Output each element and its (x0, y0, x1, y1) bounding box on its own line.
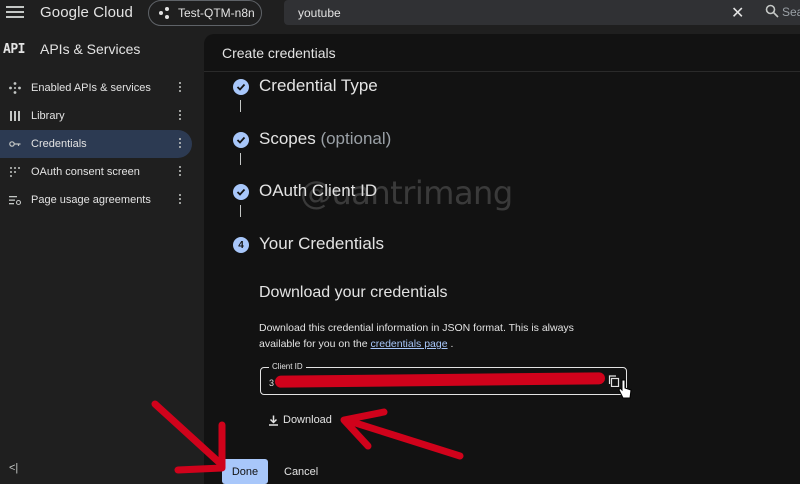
more-vert-icon[interactable] (179, 166, 182, 178)
search-icon[interactable] (765, 4, 779, 18)
check-icon (233, 79, 249, 95)
sidebar-item-page-usage[interactable]: Page usage agreements (0, 186, 192, 214)
diamond-nodes-icon (9, 82, 21, 94)
step-connector (240, 205, 241, 217)
search-label: Sea (782, 5, 800, 19)
key-icon (9, 141, 21, 147)
step-connector (240, 153, 241, 165)
sidebar-item-oauth-consent[interactable]: OAuth consent screen (0, 158, 192, 186)
download-button-label: Download (283, 414, 332, 426)
hamburger-menu-icon[interactable] (6, 4, 24, 20)
step-label-text: Scopes (259, 129, 316, 148)
sidebar-item-label: OAuth consent screen (31, 166, 140, 178)
api-logo: API (3, 42, 25, 57)
sidebar-item-label: Page usage agreements (31, 194, 151, 206)
download-button[interactable]: Download (268, 410, 332, 430)
check-icon (233, 184, 249, 200)
sidebar-item-library[interactable]: Library (0, 102, 192, 130)
library-icon (10, 111, 20, 121)
cancel-button[interactable]: Cancel (282, 459, 320, 484)
sidebar-item-label: Credentials (31, 138, 87, 150)
done-button[interactable]: Done (222, 459, 268, 484)
settings-list-icon (9, 196, 21, 206)
download-description: Download this credential information in … (259, 320, 609, 352)
step-label: Your Credentials (259, 234, 385, 253)
more-vert-icon[interactable] (179, 138, 182, 150)
clear-search-icon[interactable]: ✕ (731, 3, 744, 23)
credentials-page-link[interactable]: credentials page (371, 338, 448, 350)
collapse-sidebar-icon[interactable]: <| (9, 462, 18, 474)
project-selector[interactable]: Test-QTM-n8n (148, 0, 262, 26)
sidebar-item-label: Enabled APIs & services (31, 82, 151, 94)
sidebar: API APIs & Services Enabled APIs & servi… (0, 30, 200, 484)
download-icon (269, 415, 278, 426)
more-vert-icon[interactable] (179, 82, 182, 94)
step-connector (240, 100, 241, 112)
watermark: @uantrimang (300, 174, 513, 212)
panel-title: Create credentials (204, 34, 800, 72)
create-credentials-panel: Create credentials Credential Type Scope… (204, 34, 800, 484)
more-vert-icon[interactable] (179, 110, 182, 122)
client-id-label: Client ID (269, 362, 306, 371)
search-bar[interactable]: youtube ✕ Sea (284, 0, 800, 25)
sidebar-item-label: Library (31, 110, 65, 122)
more-vert-icon[interactable] (179, 194, 182, 206)
step-label: Scopes (optional) (259, 129, 391, 149)
step-label: Credential Type (259, 76, 378, 95)
client-id-field[interactable]: Client ID 3 (260, 362, 627, 395)
dots-grid-icon (10, 167, 20, 177)
sidebar-item-credentials[interactable]: Credentials (0, 130, 192, 158)
step-number: 4 (233, 237, 249, 253)
search-input[interactable]: youtube (298, 6, 341, 20)
download-description-end: . (450, 338, 454, 350)
project-name: Test-QTM-n8n (178, 6, 255, 20)
project-icon (159, 7, 173, 19)
brand-logo[interactable]: Google Cloud (40, 4, 133, 21)
sidebar-item-enabled-apis[interactable]: Enabled APIs & services (0, 74, 192, 102)
sidebar-title: APIs & Services (40, 41, 141, 57)
top-bar: Google Cloud Test-QTM-n8n youtube ✕ Sea (0, 0, 800, 26)
sidebar-nav: Enabled APIs & services Library Credenti… (0, 74, 192, 214)
hand-cursor-icon (618, 379, 632, 399)
check-icon (233, 132, 249, 148)
download-title: Download your credentials (259, 284, 448, 301)
step-optional-text: (optional) (320, 129, 392, 148)
